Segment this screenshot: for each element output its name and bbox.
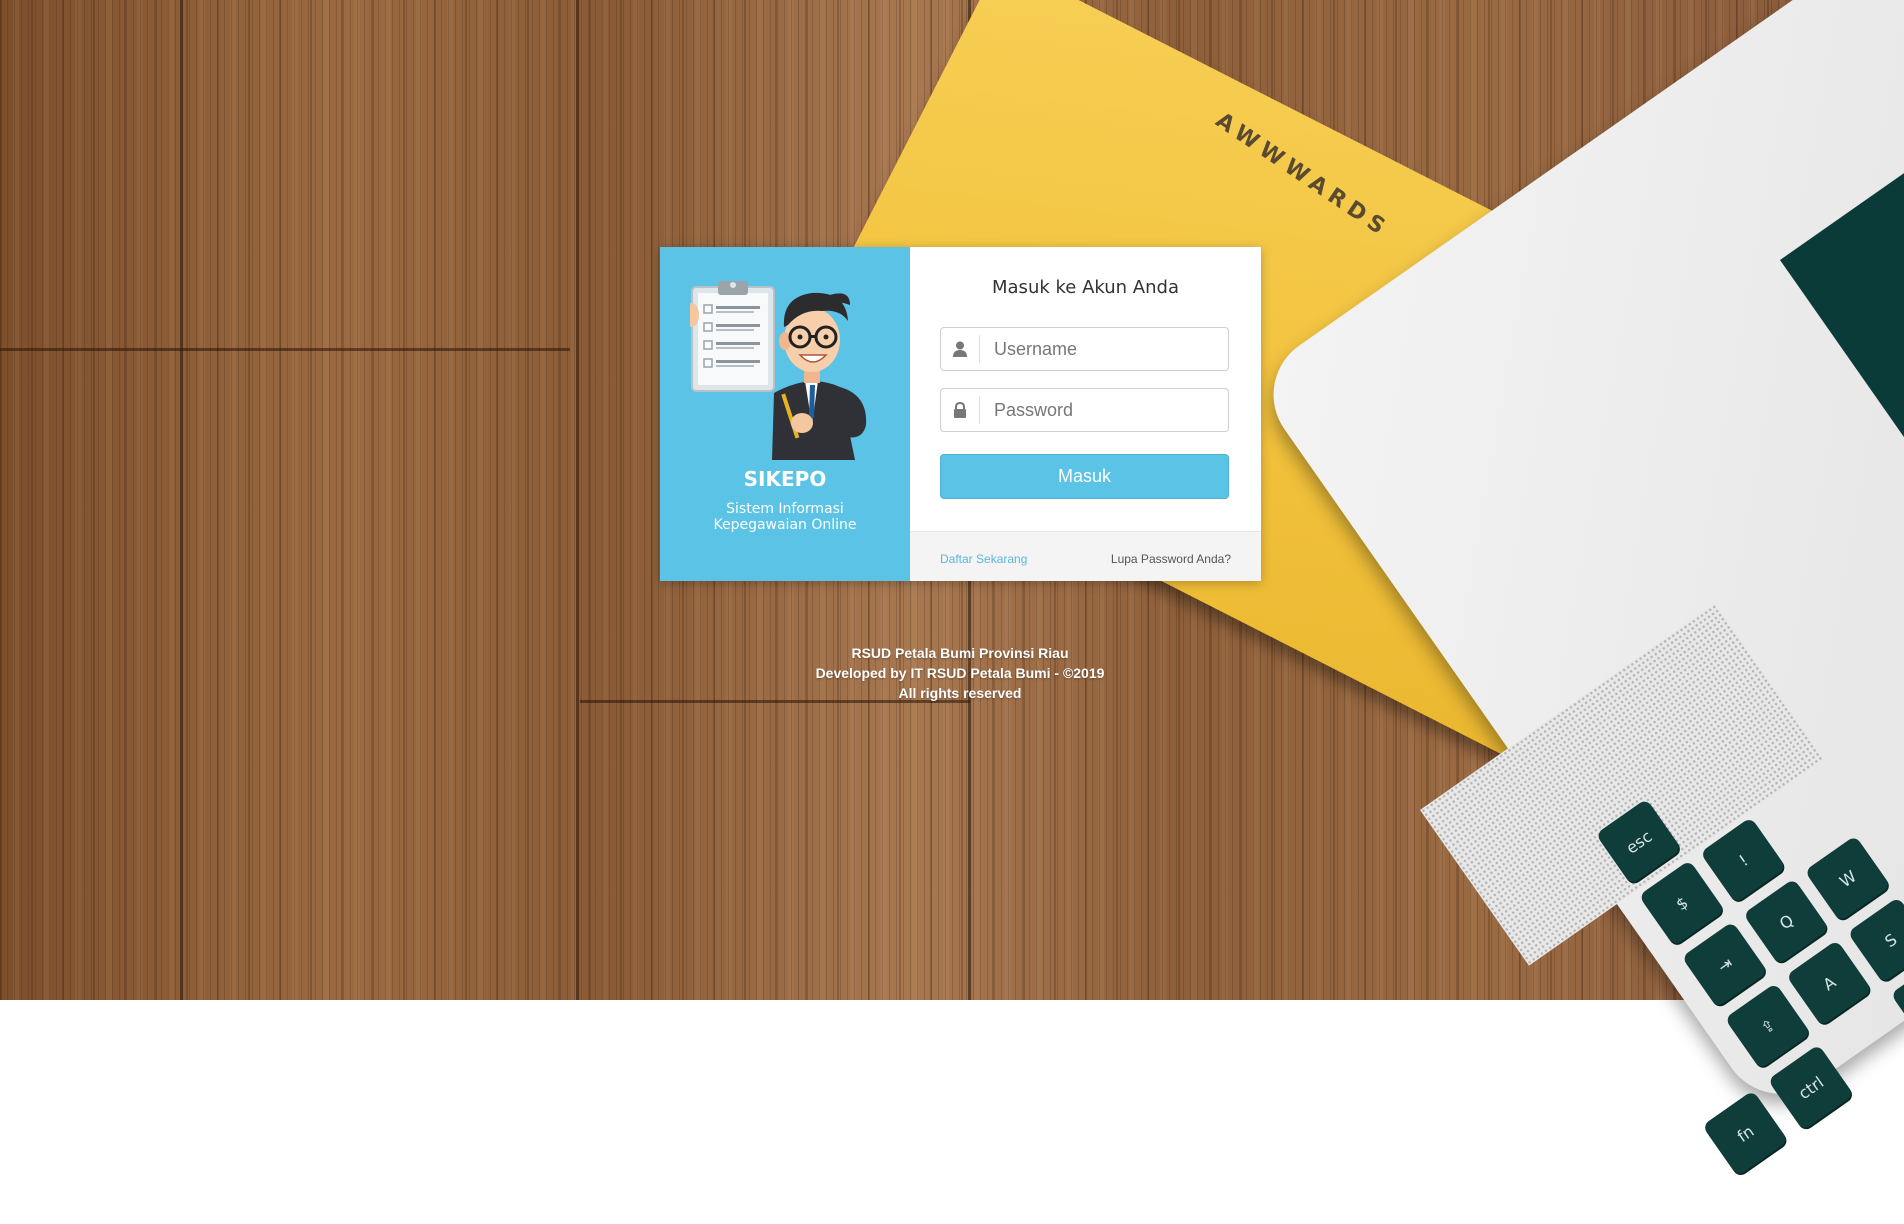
plank-seam (576, 0, 579, 1000)
forgot-password-link[interactable]: Lupa Password Anda? (1111, 552, 1231, 566)
brand-panel: SIKEPO Sistem Informasi Kepegawaian Onli… (660, 247, 910, 581)
login-card: SIKEPO Sistem Informasi Kepegawaian Onli… (660, 247, 1261, 581)
login-button[interactable]: Masuk (940, 454, 1229, 499)
keyboard-key: W (1804, 835, 1891, 922)
login-form-panel: Masuk ke Akun Anda Masuk Daftar Sekaran (910, 247, 1261, 581)
username-input[interactable] (992, 337, 1216, 361)
keyboard-key: Q (1743, 878, 1830, 965)
lock-icon (941, 396, 980, 424)
login-title: Masuk ke Akun Anda (992, 277, 1179, 298)
login-card-footer: Daftar Sekarang Lupa Password Anda? (910, 531, 1261, 581)
app-description-line: Sistem Informasi (726, 501, 844, 517)
password-input[interactable] (992, 398, 1216, 422)
username-field[interactable] (940, 327, 1229, 371)
keyboard-key: $ (1638, 859, 1725, 947)
footer-developer: Developed by IT RSUD Petala Bumi - ©2019 (815, 665, 1105, 681)
plank-seam (0, 348, 570, 351)
keyboard-key: ⇪ (1724, 982, 1811, 1070)
register-link[interactable]: Daftar Sekarang (940, 552, 1027, 566)
keyboard-key: fn (1702, 1090, 1789, 1177)
user-icon (941, 335, 980, 363)
app-description-line: Kepegawaian Online (713, 517, 857, 533)
footer-rights: All rights reserved (898, 685, 1022, 701)
keyboard-key: ⇥ (1681, 921, 1768, 1008)
plank-seam (180, 0, 183, 1000)
password-field[interactable] (940, 388, 1229, 432)
keyboard-key: ! (1699, 816, 1787, 904)
app-description: Sistem Informasi Kepegawaian Online (660, 501, 910, 533)
keyboard-key: A (1786, 939, 1873, 1027)
app-name: SIKEPO (743, 467, 827, 491)
page-footer: RSUD Petala Bumi Provinsi Riau Developed… (0, 643, 1904, 703)
footer-organization: RSUD Petala Bumi Provinsi Riau (851, 645, 1069, 661)
keyboard-key: ctrl (1767, 1044, 1854, 1131)
employee-illustration (690, 281, 867, 460)
